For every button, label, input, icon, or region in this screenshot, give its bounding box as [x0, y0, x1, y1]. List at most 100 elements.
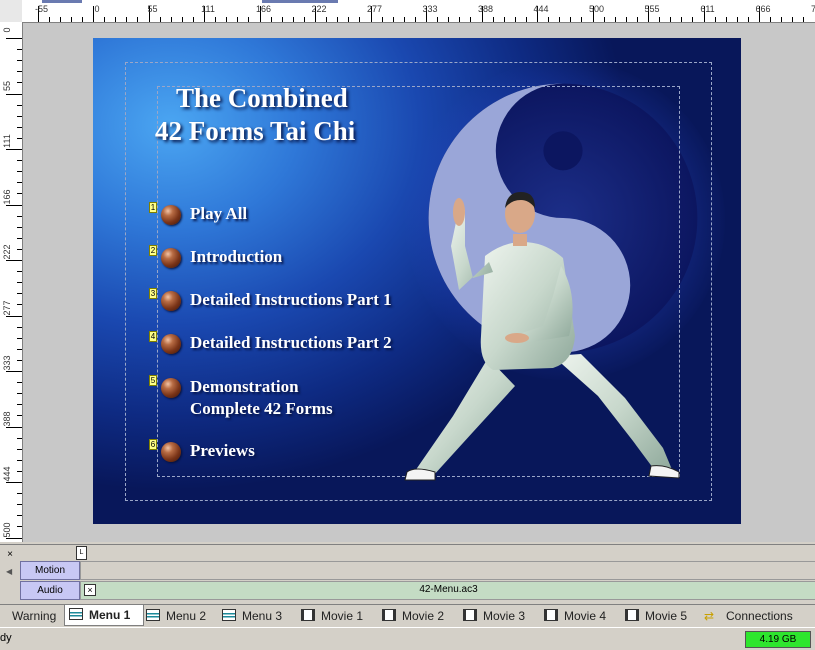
ruler-minor-tick — [17, 282, 22, 283]
ruler-minor-tick — [504, 17, 505, 22]
ruler-label: 722 — [811, 4, 815, 14]
button-number-badge: 1 — [149, 202, 157, 213]
ruler-minor-tick — [248, 17, 249, 22]
ruler-minor-tick — [17, 116, 22, 117]
tab-menu-2[interactable]: Menu 2 — [142, 606, 206, 626]
motion-track[interactable] — [80, 561, 815, 580]
button-label-line2: Complete 42 Forms — [190, 398, 333, 420]
ruler-minor-tick — [126, 17, 127, 22]
ruler-minor-tick — [626, 17, 627, 22]
tai-chi-master-figure — [393, 186, 693, 486]
ruler-minor-tick — [17, 182, 22, 183]
orb-icon — [161, 442, 181, 462]
tab-warning[interactable]: Warning — [8, 606, 56, 626]
ruler-minor-tick — [17, 71, 22, 72]
ruler-minor-tick — [559, 17, 560, 22]
ruler-minor-tick — [160, 17, 161, 22]
tab-movie-1[interactable]: Movie 1 — [297, 606, 363, 626]
ruler-minor-tick — [17, 471, 22, 472]
ruler-minor-tick — [470, 17, 471, 22]
ruler-minor-tick — [17, 238, 22, 239]
ruler-minor-tick — [570, 17, 571, 22]
tab-movie-3[interactable]: Movie 3 — [459, 606, 525, 626]
ruler-tick — [6, 482, 22, 483]
ruler-minor-tick — [17, 138, 22, 139]
document-tabs: Warning Menu 1 Menu 2 Menu 3 Movie 1 Mov… — [0, 604, 815, 627]
menu-icon — [69, 608, 83, 620]
ruler-minor-tick — [359, 17, 360, 22]
ruler-minor-tick — [17, 349, 22, 350]
ruler-label: -55 — [35, 4, 48, 14]
ruler-minor-tick — [82, 17, 83, 22]
collapse-arrow-icon[interactable]: ◀ — [6, 567, 12, 576]
ruler-minor-tick — [17, 338, 22, 339]
ruler-minor-tick — [193, 17, 194, 22]
ruler-minor-tick — [115, 17, 116, 22]
close-icon[interactable]: × — [4, 549, 16, 561]
ruler-label: 555 — [644, 4, 659, 14]
ruler-minor-tick — [737, 17, 738, 22]
ruler-label: 277 — [2, 300, 12, 315]
ruler-minor-tick — [448, 17, 449, 22]
ruler-minor-tick — [393, 17, 394, 22]
ruler-label: 500 — [589, 4, 604, 14]
ruler-minor-tick — [604, 17, 605, 22]
ruler-minor-tick — [171, 17, 172, 22]
ruler-tick — [6, 260, 22, 261]
ruler-tab — [298, 0, 338, 3]
ruler-minor-tick — [282, 17, 283, 22]
ruler-minor-tick — [326, 17, 327, 22]
tab-label: Movie 4 — [564, 609, 606, 623]
ruler-minor-tick — [17, 515, 22, 516]
tab-menu-3[interactable]: Menu 3 — [218, 606, 282, 626]
ruler-label: 333 — [422, 4, 437, 14]
tab-connections[interactable]: ⇄Connections — [700, 606, 793, 626]
ruler-minor-tick — [17, 193, 22, 194]
audio-track[interactable]: × 42-Menu.ac3 — [80, 581, 815, 600]
menu-canvas[interactable]: The Combined 42 Forms Tai Chi — [93, 38, 741, 524]
tab-menu-1[interactable]: Menu 1 — [64, 605, 144, 626]
tab-label: Warning — [12, 609, 56, 623]
ruler-minor-tick — [792, 17, 793, 22]
orb-icon — [161, 248, 181, 268]
ruler-label: 444 — [533, 4, 548, 14]
ruler-minor-tick — [348, 17, 349, 22]
button-number-badge: 6 — [149, 439, 157, 450]
ruler-minor-tick — [182, 17, 183, 22]
tab-movie-5[interactable]: Movie 5 — [621, 606, 687, 626]
ruler-minor-tick — [526, 17, 527, 22]
track-label-audio[interactable]: Audio — [20, 581, 80, 600]
ruler-minor-tick — [17, 60, 22, 61]
track-label-motion[interactable]: Motion — [20, 561, 80, 580]
ruler-minor-tick — [404, 17, 405, 22]
movie-icon — [301, 609, 315, 621]
ruler-minor-tick — [271, 17, 272, 22]
status-text: dy — [0, 632, 12, 644]
ruler-minor-tick — [60, 17, 61, 22]
ruler-minor-tick — [71, 17, 72, 22]
ruler-minor-tick — [803, 17, 804, 22]
ruler-minor-tick — [515, 17, 516, 22]
tab-movie-4[interactable]: Movie 4 — [540, 606, 606, 626]
tab-label: Movie 5 — [645, 609, 687, 623]
ruler-minor-tick — [692, 17, 693, 22]
ruler-label: 166 — [2, 189, 12, 204]
ruler-label: 277 — [367, 4, 382, 14]
status-bar: dy 4.19 GB — [0, 627, 815, 650]
ruler-tick — [6, 205, 22, 206]
ruler-minor-tick — [17, 460, 22, 461]
ruler-tick — [6, 371, 22, 372]
ruler-minor-tick — [615, 17, 616, 22]
ruler-minor-tick — [726, 17, 727, 22]
ruler-minor-tick — [681, 17, 682, 22]
button-number-badge: 2 — [149, 245, 157, 256]
tab-label: Menu 1 — [89, 608, 130, 622]
ruler-minor-tick — [17, 127, 22, 128]
timeline-ruler — [80, 547, 815, 562]
ruler-label: 55 — [2, 80, 12, 90]
ruler-minor-tick — [415, 17, 416, 22]
menu-icon — [222, 609, 236, 621]
tab-movie-2[interactable]: Movie 2 — [378, 606, 444, 626]
timeline-marker[interactable]: L — [76, 546, 87, 560]
menu-title-line1: The Combined — [155, 82, 415, 115]
